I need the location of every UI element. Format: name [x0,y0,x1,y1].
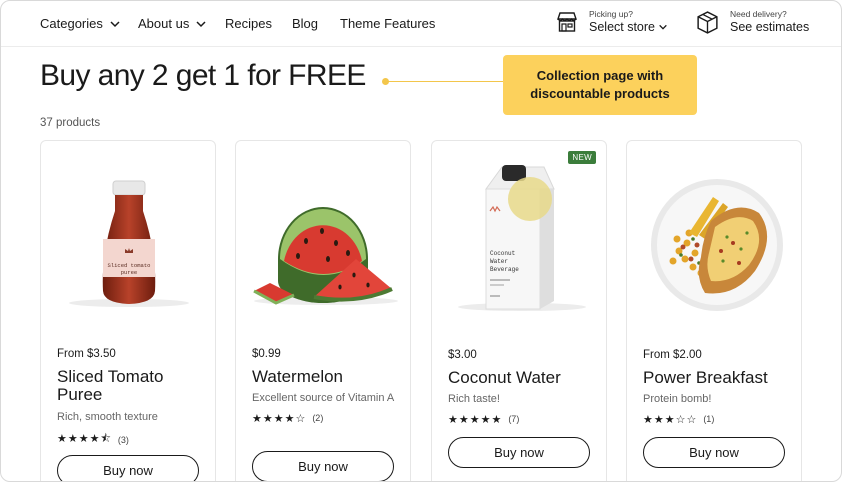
rating-count: (3) [117,434,129,445]
select-store-label: Select store [589,19,656,34]
nav-categories[interactable]: Categories [40,16,121,31]
delivery-label: Need delivery? [730,9,787,20]
product-price: $3.00 [448,349,477,361]
collection-title: Buy any 2 get 1 for FREE [40,59,366,92]
product-name[interactable]: Coconut Water [448,368,594,387]
product-description: Protein bomb! [643,393,712,406]
product-rating: ★★★★★ (7) [448,413,594,426]
nav-theme-features-label: Theme Features [340,16,436,31]
nav-categories-label: Categories [40,16,103,31]
product-price: From $2.00 [643,349,702,361]
star-rating-icon: ★★★★⯪ [57,433,112,446]
product-card[interactable]: Coconut Water Beverage NEW $3.00 Coconut… [431,140,607,481]
star-rating-icon: ★★★★☆ [252,412,307,425]
product-rating: ★★★★⯪ (3) [57,430,203,449]
rating-count: (1) [703,414,715,425]
product-info: $3.00 Coconut Water Rich taste! ★★★★★ (7… [448,349,594,426]
rating-count: (2) [312,413,324,424]
product-info: $0.99 Watermelon Excellent source of Vit… [252,348,398,425]
product-card[interactable]: Sliced tomato puree From $3.50 Sliced To… [40,140,216,481]
product-rating: ★★★☆☆ (1) [643,413,789,426]
product-description: Excellent source of Vitamin A [252,392,395,405]
product-image[interactable] [627,141,801,341]
callout-connector [385,81,503,82]
star-rating-icon: ★★★☆☆ [643,413,698,426]
buy-now-button[interactable]: Buy now [448,437,590,468]
carton-label-line2: Water [490,258,508,265]
product-description: Rich taste! [448,393,500,406]
product-info: From $2.00 Power Breakfast Protein bomb!… [643,349,789,426]
buy-now-button[interactable]: Buy now [252,451,394,481]
tomato-puree-bottle-image: Sliced tomato puree [69,180,189,307]
product-price: $0.99 [252,348,281,360]
product-rating: ★★★★☆ (2) [252,412,398,425]
select-store-link[interactable]: Select store [589,20,668,34]
store-icon [557,12,577,32]
power-breakfast-plate-image [651,179,783,311]
chevron-down-icon [196,20,206,27]
nav-theme-features[interactable]: Theme Features [340,16,435,31]
pickup-label: Picking up? [589,9,633,19]
delivery-estimates[interactable]: Need delivery? See estimates [695,10,809,35]
carton-label-line3: Beverage [490,266,519,273]
pickup-selector[interactable]: Picking up? Select store [555,9,668,34]
top-navigation: Categories About us Recipes Blog Theme F… [1,1,841,47]
product-image[interactable]: Coconut Water Beverage NEW [432,141,606,341]
product-count: 37 products [40,117,101,129]
product-price: From $3.50 [57,348,116,360]
bottle-label-line1: Sliced tomato [108,262,151,269]
star-rating-icon: ★★★★★ [448,413,503,426]
nav-about-us-label: About us [138,16,190,31]
product-image[interactable]: Sliced tomato puree [41,141,215,341]
chevron-down-icon [659,24,667,30]
nav-recipes-label: Recipes [225,16,272,31]
coconut-water-carton-image: Coconut Water Beverage [458,165,586,311]
product-info: From $3.50 Sliced Tomato Puree Rich, smo… [57,348,203,449]
product-name[interactable]: Power Breakfast [643,368,789,387]
chevron-down-icon [110,20,120,27]
buy-now-button[interactable]: Buy now [57,455,199,481]
rating-count: (7) [508,414,520,425]
callout-note: Collection page with discountable produc… [503,55,697,115]
product-name[interactable]: Watermelon [252,367,398,386]
new-badge: NEW [568,151,596,164]
see-estimates-link[interactable]: See estimates [730,20,809,34]
buy-now-button[interactable]: Buy now [643,437,785,468]
carton-label-line1: Coconut [490,250,515,257]
nav-blog-label: Blog [292,16,319,31]
callout-dot [382,78,389,85]
product-card[interactable]: From $2.00 Power Breakfast Protein bomb!… [626,140,802,481]
box-icon [697,11,718,34]
nav-about-us[interactable]: About us [138,16,207,31]
nav-blog[interactable]: Blog [292,16,318,31]
page-frame: Categories About us Recipes Blog Theme F… [0,0,842,482]
product-card[interactable]: $0.99 Watermelon Excellent source of Vit… [235,140,411,481]
nav-recipes[interactable]: Recipes [225,16,272,31]
watermelon-image [253,207,398,305]
product-name[interactable]: Sliced Tomato Puree [57,367,203,405]
product-image[interactable] [236,141,410,341]
bottle-label-line2: puree [121,269,138,276]
product-description: Rich, smooth texture [57,410,158,423]
